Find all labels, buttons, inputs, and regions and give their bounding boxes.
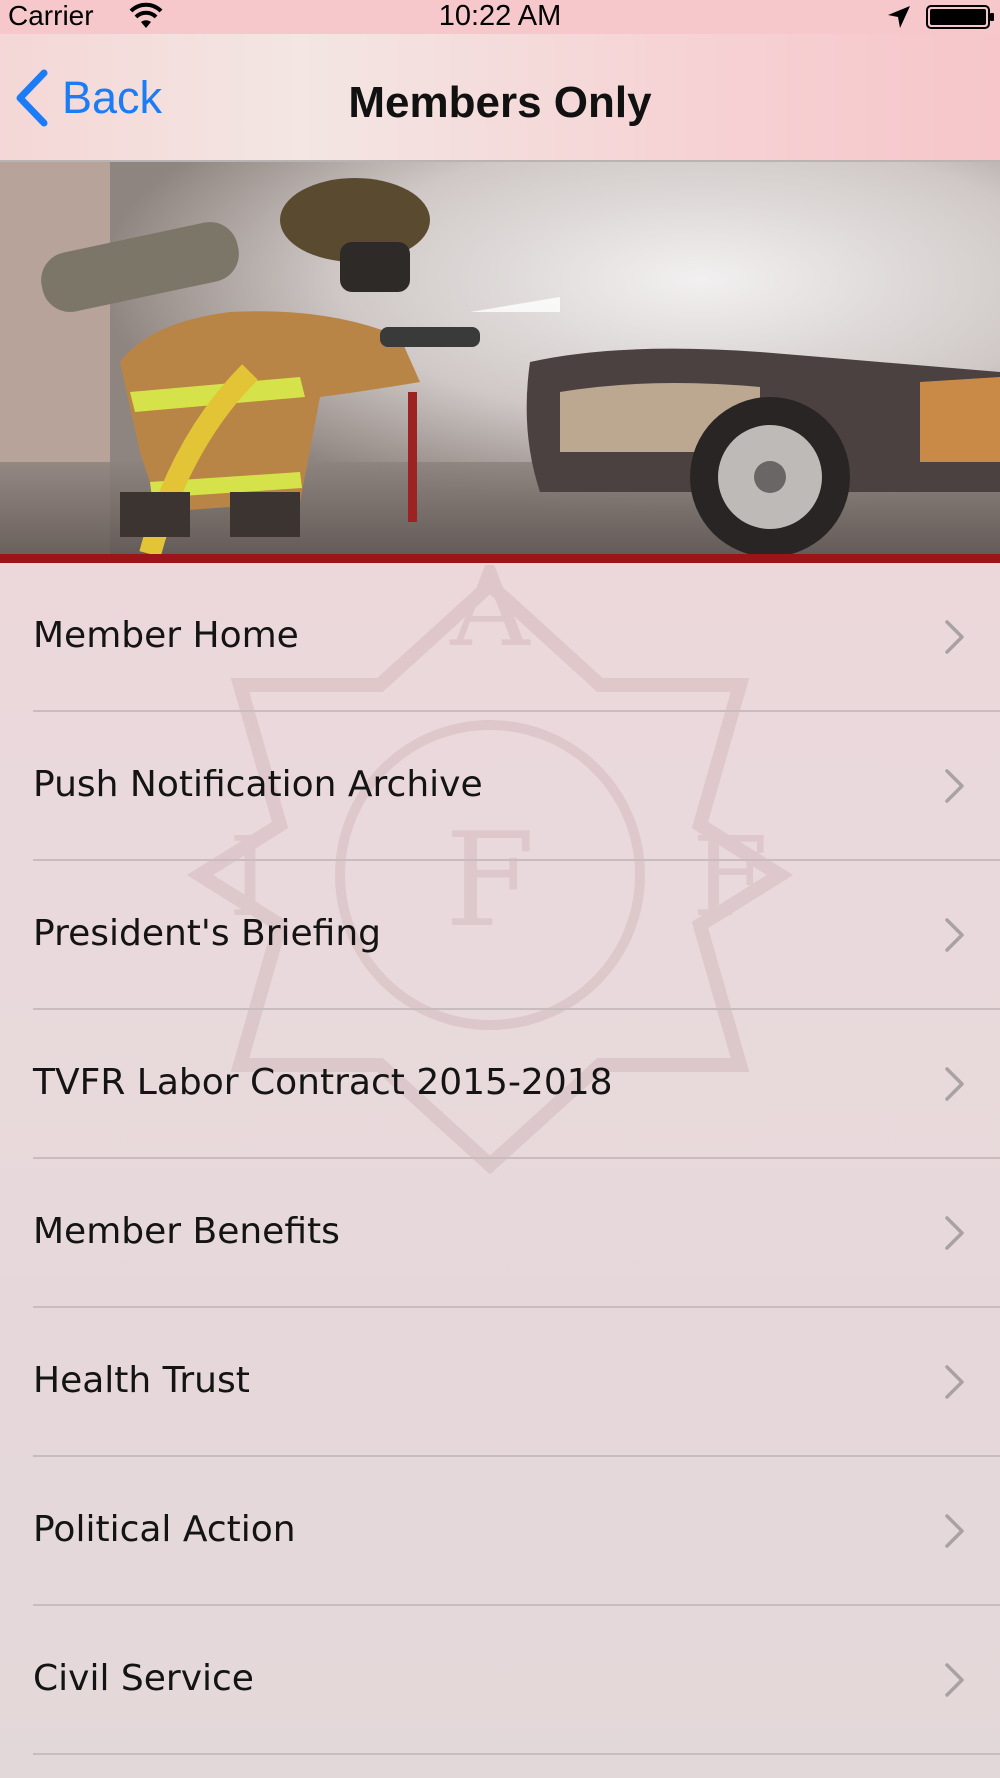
chevron-right-icon (945, 1216, 964, 1250)
menu-item-civil-service[interactable]: Civil Service (0, 1606, 1000, 1755)
chevron-right-icon (945, 1067, 964, 1101)
status-time: 10:22 AM (438, 0, 562, 32)
status-bar: Carrier 10:22 AM (0, 0, 1000, 34)
chevron-right-icon (945, 918, 964, 952)
menu-item-tvfr-labor-contract[interactable]: TVFR Labor Contract 2015-2018 (0, 1010, 1000, 1159)
menu-item-label: Health Trust (33, 1360, 250, 1401)
members-menu-list: Member Home Push Notification Archive Pr… (0, 563, 1000, 1755)
menu-item-push-notification-archive[interactable]: Push Notification Archive (0, 712, 1000, 861)
location-arrow-icon (888, 6, 910, 28)
chevron-right-icon (945, 620, 964, 654)
menu-item-health-trust[interactable]: Health Trust (0, 1308, 1000, 1457)
menu-item-label: Member Home (33, 615, 299, 656)
menu-item-label: TVFR Labor Contract 2015-2018 (33, 1062, 613, 1103)
page-title: Members Only (348, 78, 652, 127)
menu-item-member-benefits[interactable]: Member Benefits (0, 1159, 1000, 1308)
firefighter-hero-image (0, 162, 1000, 554)
screen: Carrier 10:22 AM Back Members Only A I F… (0, 0, 1000, 1778)
menu-item-label: President's Briefing (33, 913, 382, 954)
menu-item-political-action[interactable]: Political Action (0, 1457, 1000, 1606)
hero-illustration (0, 162, 1000, 554)
chevron-right-icon (945, 1663, 964, 1697)
menu-item-presidents-briefing[interactable]: President's Briefing (0, 861, 1000, 1010)
chevron-right-icon (945, 1514, 964, 1548)
menu-item-member-home[interactable]: Member Home (0, 563, 1000, 712)
menu-item-label: Political Action (33, 1509, 296, 1550)
battery-icon (926, 5, 994, 29)
menu-item-label: Civil Service (33, 1658, 254, 1699)
chevron-right-icon (945, 1365, 964, 1399)
hero-divider (0, 554, 1000, 563)
menu-item-label: Member Benefits (33, 1211, 340, 1252)
menu-item-label: Push Notification Archive (33, 764, 483, 805)
navigation-bar: Back Members Only (0, 34, 1000, 162)
chevron-right-icon (945, 769, 964, 803)
